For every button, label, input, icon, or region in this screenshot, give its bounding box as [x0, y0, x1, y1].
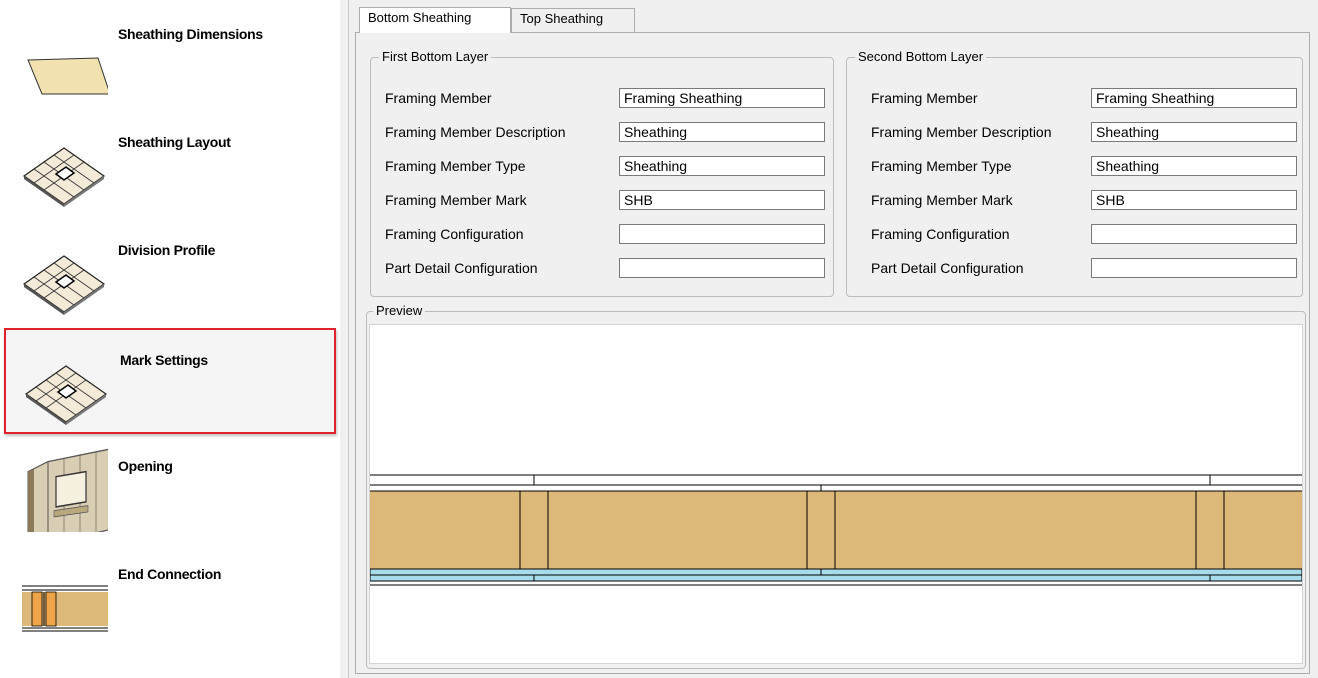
field-label: Framing Member [385, 90, 492, 106]
sidebar-item-label: Sheathing Dimensions [118, 26, 263, 42]
mark-settings-icon [24, 365, 108, 425]
sheathing-layout-icon [22, 147, 106, 207]
framing-member-description-field[interactable] [1091, 122, 1297, 142]
sidebar-item-label: Sheathing Layout [118, 134, 231, 150]
sidebar-item-label: Mark Settings [120, 352, 208, 368]
sidebar-item-label: Opening [118, 458, 173, 474]
field-label: Part Detail Configuration [871, 260, 1024, 276]
sheathing-preview-drawing [369, 474, 1303, 586]
part-detail-configuration-field[interactable] [619, 258, 825, 278]
framing-member-field[interactable] [619, 88, 825, 108]
group-title: Preview [373, 303, 426, 318]
framing-member-description-field[interactable] [619, 122, 825, 142]
framing-member-type-field[interactable] [619, 156, 825, 176]
sidebar-item-end-connection[interactable]: End Connection [4, 544, 336, 650]
field-label: Framing Member Description [385, 124, 566, 140]
tab-bottom-sheathing[interactable]: Bottom Sheathing [359, 7, 511, 33]
framing-member-mark-field[interactable] [1091, 190, 1297, 210]
division-profile-icon [22, 255, 106, 315]
sidebar-item-mark-settings[interactable]: Mark Settings [4, 328, 336, 434]
sidebar-item-label: Division Profile [118, 242, 216, 258]
field-label: Framing Member Mark [385, 192, 527, 208]
sidebar-item-division-profile[interactable]: Division Profile [4, 220, 336, 326]
group-title: First Bottom Layer [379, 49, 492, 64]
field-label: Part Detail Configuration [385, 260, 538, 276]
tab-panel: First Bottom Layer Framing Member Framin… [355, 32, 1310, 674]
framing-configuration-field[interactable] [619, 224, 825, 244]
sidebar-item-sheathing-layout[interactable]: Sheathing Layout [4, 112, 336, 218]
preview-canvas [369, 324, 1303, 664]
group-title: Second Bottom Layer [855, 49, 987, 64]
field-label: Framing Configuration [871, 226, 1010, 242]
sidebar-item-sheathing-dimensions[interactable]: Sheathing Dimensions [4, 4, 336, 110]
framing-member-type-field[interactable] [1091, 156, 1297, 176]
field-label: Framing Member Description [871, 124, 1052, 140]
sidebar-item-label: End Connection [118, 566, 222, 582]
preview-group: Preview [366, 303, 1306, 669]
framing-member-field[interactable] [1091, 88, 1297, 108]
field-label: Framing Member Type [871, 158, 1012, 174]
opening-icon [27, 448, 108, 532]
first-bottom-layer-group: First Bottom Layer Framing Member Framin… [370, 49, 834, 297]
framing-configuration-field[interactable] [1091, 224, 1297, 244]
sheathing-dimensions-icon [27, 57, 108, 95]
field-label: Framing Member [871, 90, 978, 106]
field-label: Framing Member Type [385, 158, 526, 174]
tab-top-sheathing[interactable]: Top Sheathing [511, 8, 635, 32]
part-detail-configuration-field[interactable] [1091, 258, 1297, 278]
framing-member-mark-field[interactable] [619, 190, 825, 210]
field-label: Framing Configuration [385, 226, 524, 242]
second-bottom-layer-group: Second Bottom Layer Framing Member Frami… [846, 49, 1303, 297]
sidebar-scrollbar[interactable] [340, 0, 349, 678]
field-label: Framing Member Mark [871, 192, 1013, 208]
main-panel: Bottom Sheathing Top Sheathing First Bot… [349, 0, 1318, 678]
end-connection-icon [22, 585, 108, 632]
sidebar-item-opening[interactable]: Opening [4, 436, 336, 542]
settings-sidebar: Sheathing Dimensions Sheathing Layout Di… [0, 0, 341, 678]
